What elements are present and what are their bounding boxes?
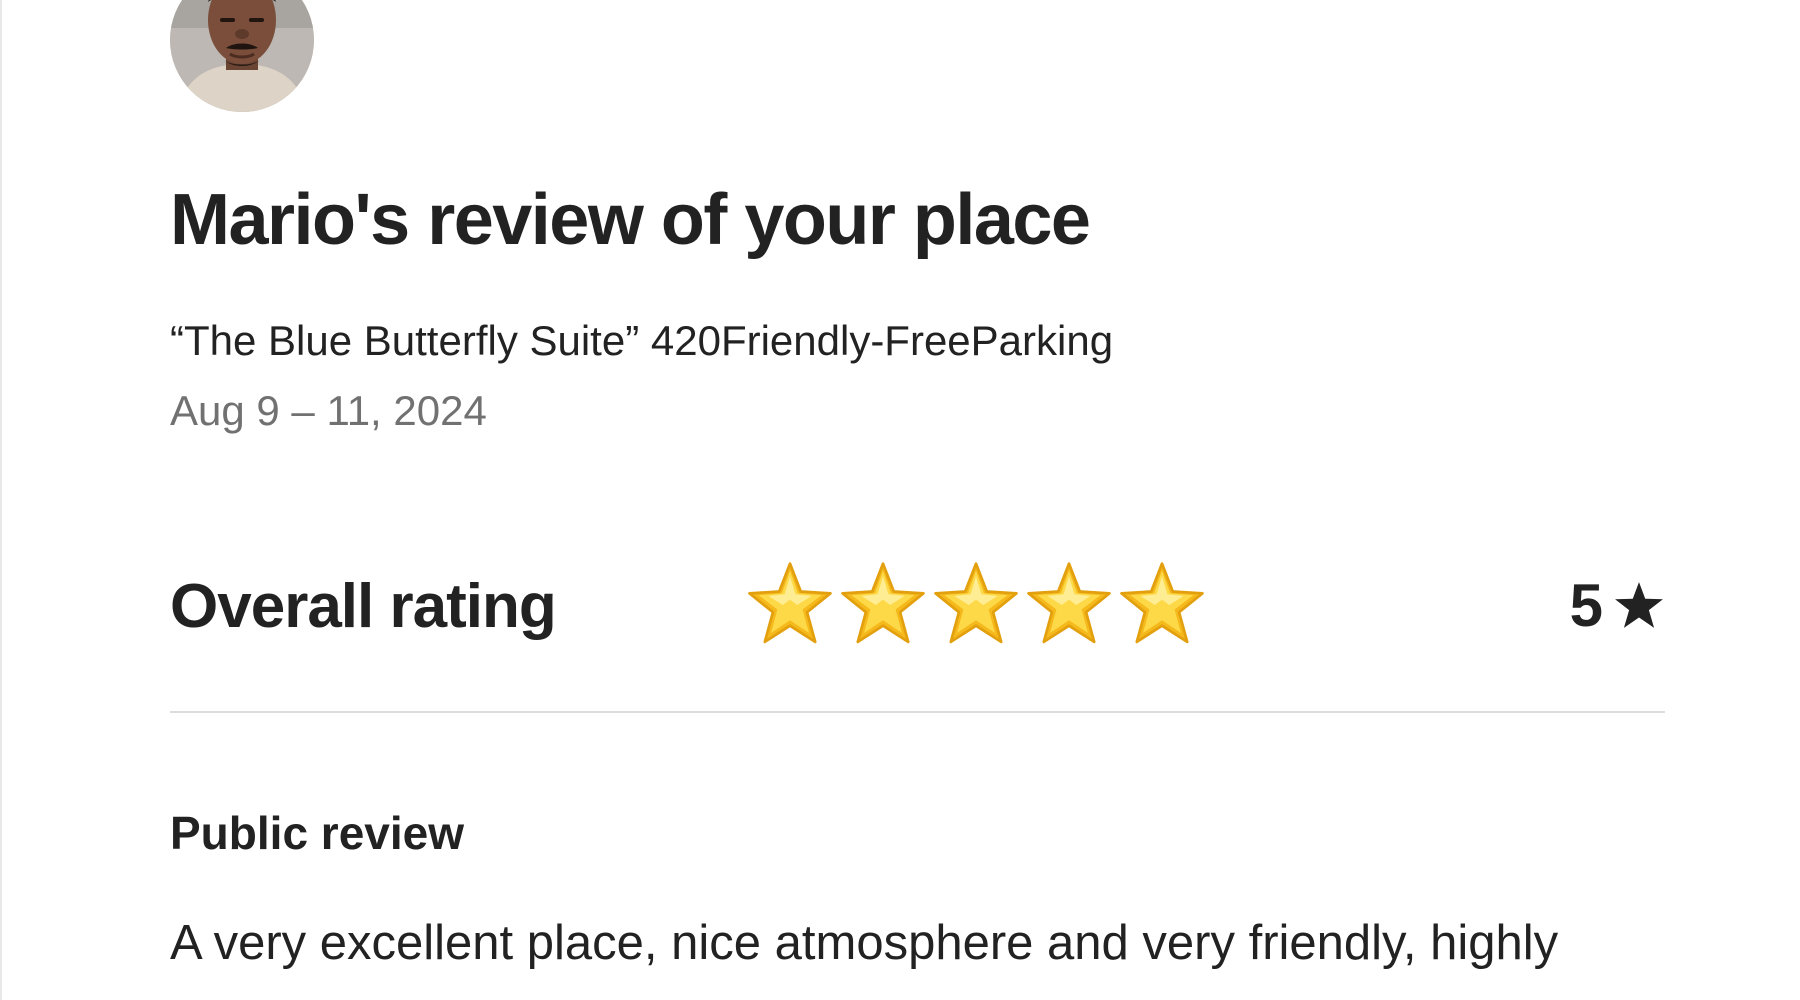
public-review-text: A very excellent place, nice atmosphere … xyxy=(170,916,1559,970)
star-emoji-icon xyxy=(934,562,1018,644)
page-title: Mario's review of your place xyxy=(170,180,1091,260)
overall-rating-label: Overall rating xyxy=(170,572,557,641)
stay-dates: Aug 9 – 11, 2024 xyxy=(170,387,487,434)
rating-stars xyxy=(745,560,1207,650)
star-emoji-icon xyxy=(841,562,925,644)
star-emoji-icon xyxy=(748,562,832,644)
black-star-icon xyxy=(1615,582,1663,628)
rating-value: 5 xyxy=(1570,574,1665,638)
reviewer-avatar[interactable] xyxy=(170,0,314,112)
overall-rating-row: Overall rating 5 xyxy=(170,560,1665,650)
review-detail-page: Mario's review of your place “The Blue B… xyxy=(170,0,1665,1000)
rating-number: 5 xyxy=(1569,572,1603,639)
section-divider xyxy=(170,711,1665,713)
star-emoji-icon xyxy=(1027,562,1111,644)
listing-name: “The Blue Butterfly Suite” 420Friendly-F… xyxy=(170,317,1114,364)
star-emoji-icon xyxy=(1120,562,1204,644)
reviewer-avatar-photo xyxy=(170,0,314,112)
left-edge-border xyxy=(0,0,2,1000)
public-review-heading: Public review xyxy=(170,807,465,859)
